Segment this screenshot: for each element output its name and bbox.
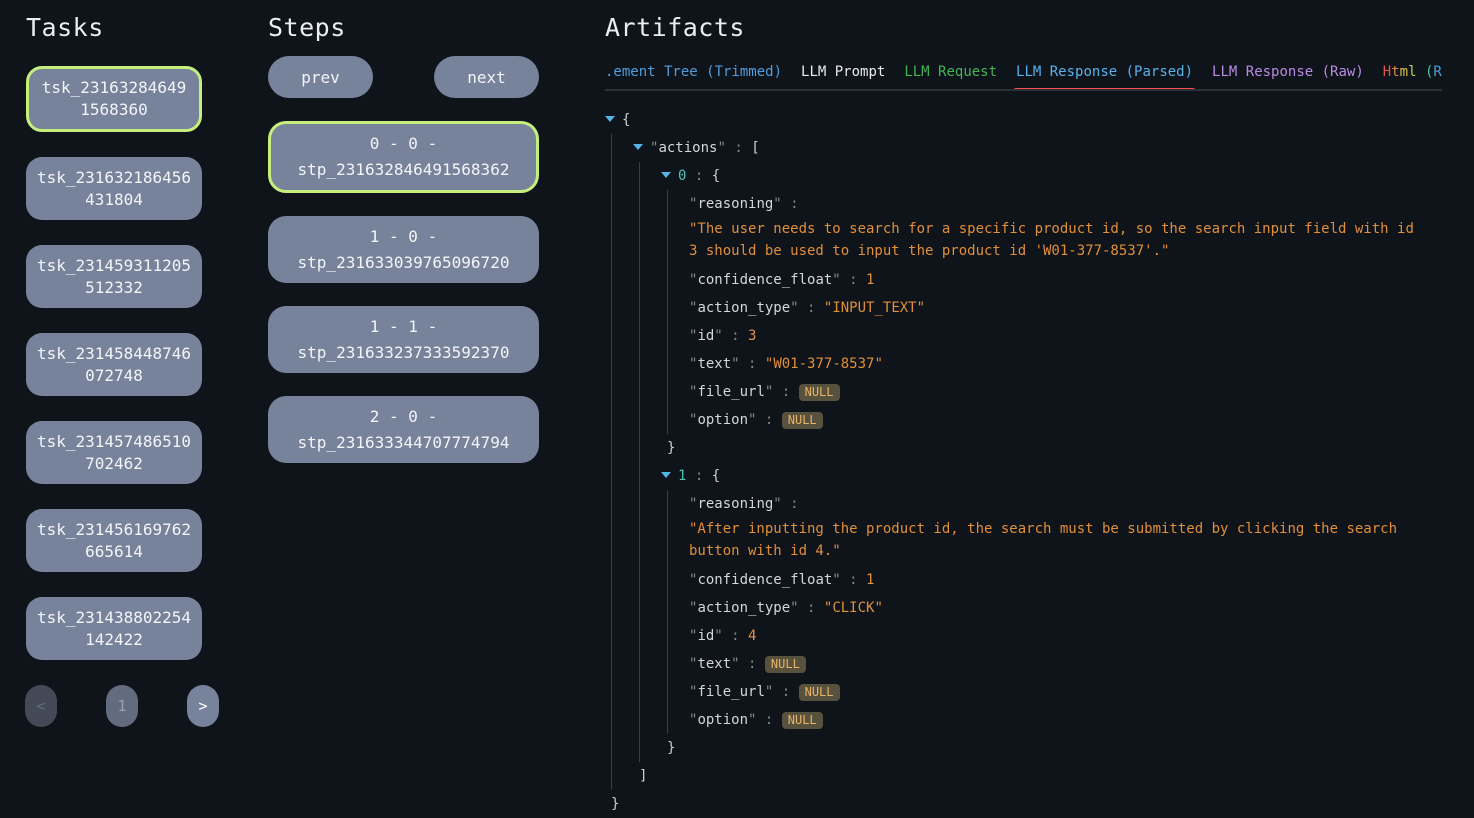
json-key: "confidence_float" bbox=[689, 272, 841, 288]
json-property: "id" : 3 bbox=[689, 322, 1442, 350]
json-property: "file_url" : NULL bbox=[689, 378, 1442, 406]
json-property: "id" : 4 bbox=[689, 622, 1442, 650]
json-key: "option" bbox=[689, 712, 756, 728]
null-value-badge: NULL bbox=[782, 412, 823, 429]
tab-llm-request[interactable]: LLM Request bbox=[904, 64, 997, 80]
json-string-block: "The user needs to search for a specific… bbox=[689, 218, 1419, 262]
next-step-button[interactable]: next bbox=[434, 56, 539, 98]
json-tree-viewer: {"actions" : [0 : {"reasoning" : "The us… bbox=[605, 106, 1442, 818]
task-button[interactable]: tsk_231456169762 665614 bbox=[26, 509, 202, 572]
step-button[interactable]: 2 - 0 - stp_231633344707774794 bbox=[268, 396, 539, 463]
json-node: "actions" : [0 : {"reasoning" : "The use… bbox=[633, 134, 1442, 790]
tab-llm-response-parsed[interactable]: LLM Response (Parsed) bbox=[1016, 64, 1193, 80]
json-property: "reasoning" : "The user needs to search … bbox=[689, 190, 1442, 262]
artifacts-tab-bar: .ement Tree (Trimmed) LLM Prompt LLM Reque… bbox=[605, 64, 1442, 91]
json-property: "option" : NULL bbox=[689, 406, 1442, 434]
artifacts-title: Artifacts bbox=[605, 13, 1442, 42]
json-property: "text" : NULL bbox=[689, 650, 1442, 678]
tasks-title: Tasks bbox=[26, 13, 202, 42]
json-key: "reasoning" bbox=[689, 496, 782, 512]
json-key: "file_url" bbox=[689, 684, 773, 700]
null-value-badge: NULL bbox=[765, 656, 806, 673]
json-property: "confidence_float" : 1 bbox=[689, 266, 1442, 294]
task-button[interactable]: tsk_231458448746 072748 bbox=[26, 333, 202, 396]
json-property: "action_type" : "CLICK" bbox=[689, 594, 1442, 622]
prev-step-button[interactable]: prev bbox=[268, 56, 373, 98]
json-key: "reasoning" bbox=[689, 196, 782, 212]
step-button[interactable]: 1 - 1 - stp_231633237333592370 bbox=[268, 306, 539, 373]
expand-caret-icon[interactable] bbox=[605, 116, 615, 122]
tab-llm-response-raw[interactable]: LLM Response (Raw) bbox=[1212, 64, 1364, 80]
json-key: "action_type" bbox=[689, 600, 799, 616]
json-property: "confidence_float" : 1 bbox=[689, 566, 1442, 594]
pagination-next-button[interactable]: > bbox=[187, 685, 219, 727]
step-nav: prev next bbox=[268, 56, 539, 98]
tasks-pagination: <1 > bbox=[25, 685, 219, 727]
task-button[interactable]: tsk_231459311205 512332 bbox=[26, 245, 202, 308]
task-button[interactable]: tsk_231438802254 142422 bbox=[26, 597, 202, 660]
step-button[interactable]: 0 - 0 - stp_231632846491568362 bbox=[268, 121, 539, 193]
json-number-value: 1 bbox=[866, 272, 874, 288]
tab-html-raw[interactable]: Html (Raw) bbox=[1383, 64, 1442, 80]
tasks-panel: Tasks tsk_23163284649 1568360 tsk_2316321… bbox=[26, 0, 202, 727]
json-closing-bracket: } bbox=[661, 734, 1442, 762]
json-string-value: "CLICK" bbox=[824, 600, 883, 616]
tab-llm-prompt[interactable]: LLM Prompt bbox=[801, 64, 885, 80]
null-value-badge: NULL bbox=[782, 712, 823, 729]
task-button[interactable]: tsk_231457486510 702462 bbox=[26, 421, 202, 484]
step-button[interactable]: 1 - 0 - stp_231633039765096720 bbox=[268, 216, 539, 283]
json-key: "confidence_float" bbox=[689, 572, 841, 588]
json-key: "id" bbox=[689, 328, 723, 344]
app-root: Tasks tsk_23163284649 1568360 tsk_2316321… bbox=[0, 0, 1474, 818]
json-key: "option" bbox=[689, 412, 756, 428]
json-string-block: "After inputting the product id, the sea… bbox=[689, 518, 1419, 562]
json-property: "option" : NULL bbox=[689, 706, 1442, 734]
pagination-prev-button[interactable]: < bbox=[25, 685, 57, 727]
expand-caret-icon[interactable] bbox=[661, 172, 671, 178]
json-closing-bracket: } bbox=[661, 434, 1442, 462]
json-property: "text" : "W01-377-8537" bbox=[689, 350, 1442, 378]
expand-caret-icon[interactable] bbox=[661, 472, 671, 478]
json-key: "text" bbox=[689, 356, 740, 372]
json-property: "file_url" : NULL bbox=[689, 678, 1442, 706]
json-key: "text" bbox=[689, 656, 740, 672]
json-property: "action_type" : "INPUT_TEXT" bbox=[689, 294, 1442, 322]
task-list: tsk_23163284649 1568360 tsk_231632186456 … bbox=[26, 66, 202, 660]
task-button[interactable]: tsk_23163284649 1568360 bbox=[26, 66, 202, 132]
steps-panel: Steps prev next 0 - 0 - stp_231632846491… bbox=[268, 0, 539, 463]
expand-caret-icon[interactable] bbox=[633, 144, 643, 150]
json-node: {"actions" : [0 : {"reasoning" : "The us… bbox=[605, 106, 1442, 818]
json-number-value: 1 bbox=[866, 572, 874, 588]
json-key: "id" bbox=[689, 628, 723, 644]
json-node: 0 : {"reasoning" : "The user needs to se… bbox=[661, 162, 1442, 462]
json-number-value: 4 bbox=[748, 628, 756, 644]
json-string-value: "INPUT_TEXT" bbox=[824, 300, 925, 316]
json-key: "file_url" bbox=[689, 384, 773, 400]
steps-title: Steps bbox=[268, 13, 539, 42]
tab-element-tree-trimmed[interactable]: .ement Tree (Trimmed) bbox=[605, 64, 782, 80]
json-key: "action_type" bbox=[689, 300, 799, 316]
task-button[interactable]: tsk_231632186456 431804 bbox=[26, 157, 202, 220]
artifacts-panel: Artifacts .ement Tree (Trimmed) LLM Promp… bbox=[605, 0, 1442, 818]
null-value-badge: NULL bbox=[799, 684, 840, 701]
pagination-page-1-button[interactable]: 1 bbox=[106, 685, 138, 727]
json-key: "actions" bbox=[650, 140, 726, 156]
null-value-badge: NULL bbox=[799, 384, 840, 401]
step-list: 0 - 0 - stp_231632846491568362 1 - 0 - st… bbox=[268, 121, 539, 463]
json-property: "reasoning" : "After inputting the produ… bbox=[689, 490, 1442, 562]
json-node: 1 : {"reasoning" : "After inputting the … bbox=[661, 462, 1442, 762]
json-closing-bracket: ] bbox=[633, 762, 1442, 790]
json-closing-bracket: } bbox=[605, 790, 1442, 818]
json-string-value: "W01-377-8537" bbox=[765, 356, 883, 372]
json-number-value: 3 bbox=[748, 328, 756, 344]
